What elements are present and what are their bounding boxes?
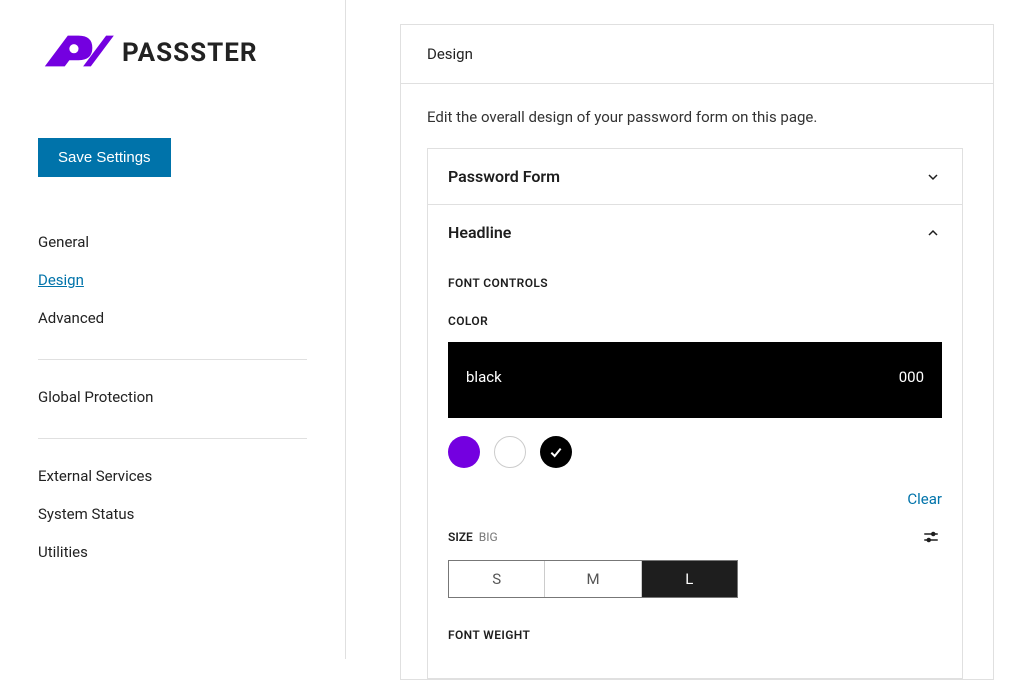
sliders-icon: [922, 528, 940, 546]
color-label: COLOR: [448, 314, 942, 328]
nav-item-external-services[interactable]: External Services: [38, 457, 307, 495]
passster-logo-icon: [38, 28, 116, 78]
size-button-l[interactable]: L: [642, 561, 737, 597]
card-header: Design: [401, 25, 993, 84]
section-body-headline: FONT CONTROLS COLOR black 000: [428, 276, 962, 678]
nav-item-global-protection[interactable]: Global Protection: [38, 378, 307, 416]
font-weight-label: FONT WEIGHT: [448, 628, 942, 642]
nav-divider: [38, 438, 307, 439]
swatch-black[interactable]: [540, 436, 572, 468]
clear-color-link[interactable]: Clear: [907, 490, 942, 508]
size-row: SIZE BIG: [448, 526, 942, 548]
custom-size-toggle[interactable]: [920, 526, 942, 548]
nav-item-design[interactable]: Design: [38, 261, 307, 299]
chevron-up-icon: [924, 224, 942, 242]
chevron-down-icon: [924, 168, 942, 186]
size-button-s[interactable]: S: [449, 561, 545, 597]
check-icon: [548, 444, 564, 460]
swatch-purple[interactable]: [448, 436, 480, 468]
brand-logo: PASSSTER: [38, 28, 307, 78]
color-name: black: [466, 368, 502, 386]
app-root: PASSSTER Save Settings General Design Ad…: [0, 0, 1024, 659]
nav-item-system-status[interactable]: System Status: [38, 495, 307, 533]
sidebar-nav: General Design Advanced Global Protectio…: [38, 223, 307, 571]
nav-group-system: External Services System Status Utilitie…: [38, 457, 307, 571]
section-title: Headline: [448, 223, 511, 242]
brand-name: PASSSTER: [122, 38, 258, 68]
font-controls-label: FONT CONTROLS: [448, 276, 942, 290]
size-button-m[interactable]: M: [545, 561, 641, 597]
size-label: SIZE BIG: [448, 530, 498, 544]
nav-item-advanced[interactable]: Advanced: [38, 299, 307, 337]
color-swatches: [448, 436, 942, 468]
nav-group-main: General Design Advanced: [38, 223, 307, 337]
size-value: BIG: [479, 530, 498, 544]
nav-item-general[interactable]: General: [38, 223, 307, 261]
accordion: Password Form Headline: [427, 148, 963, 679]
nav-item-utilities[interactable]: Utilities: [38, 533, 307, 571]
color-value: 000: [899, 368, 924, 386]
size-label-text: SIZE: [448, 530, 473, 544]
section-title: Password Form: [448, 167, 560, 186]
section-headline: Headline FONT CONTROLS COLOR black 000: [428, 205, 962, 678]
sidebar: PASSSTER Save Settings General Design Ad…: [0, 0, 346, 659]
design-card: Design Edit the overall design of your p…: [400, 24, 994, 680]
size-button-group: S M L: [448, 560, 738, 598]
card-body: Edit the overall design of your password…: [401, 84, 993, 679]
clear-color-row: Clear: [448, 490, 942, 508]
section-password-form: Password Form: [428, 149, 962, 205]
swatch-white[interactable]: [494, 436, 526, 468]
color-preview[interactable]: black 000: [448, 342, 942, 418]
nav-divider: [38, 359, 307, 360]
save-settings-button[interactable]: Save Settings: [38, 138, 171, 177]
main-panel: Design Edit the overall design of your p…: [346, 0, 1024, 659]
section-header-headline[interactable]: Headline: [428, 205, 962, 260]
intro-text: Edit the overall design of your password…: [427, 108, 963, 148]
nav-group-protection: Global Protection: [38, 378, 307, 416]
section-header-password-form[interactable]: Password Form: [428, 149, 962, 204]
